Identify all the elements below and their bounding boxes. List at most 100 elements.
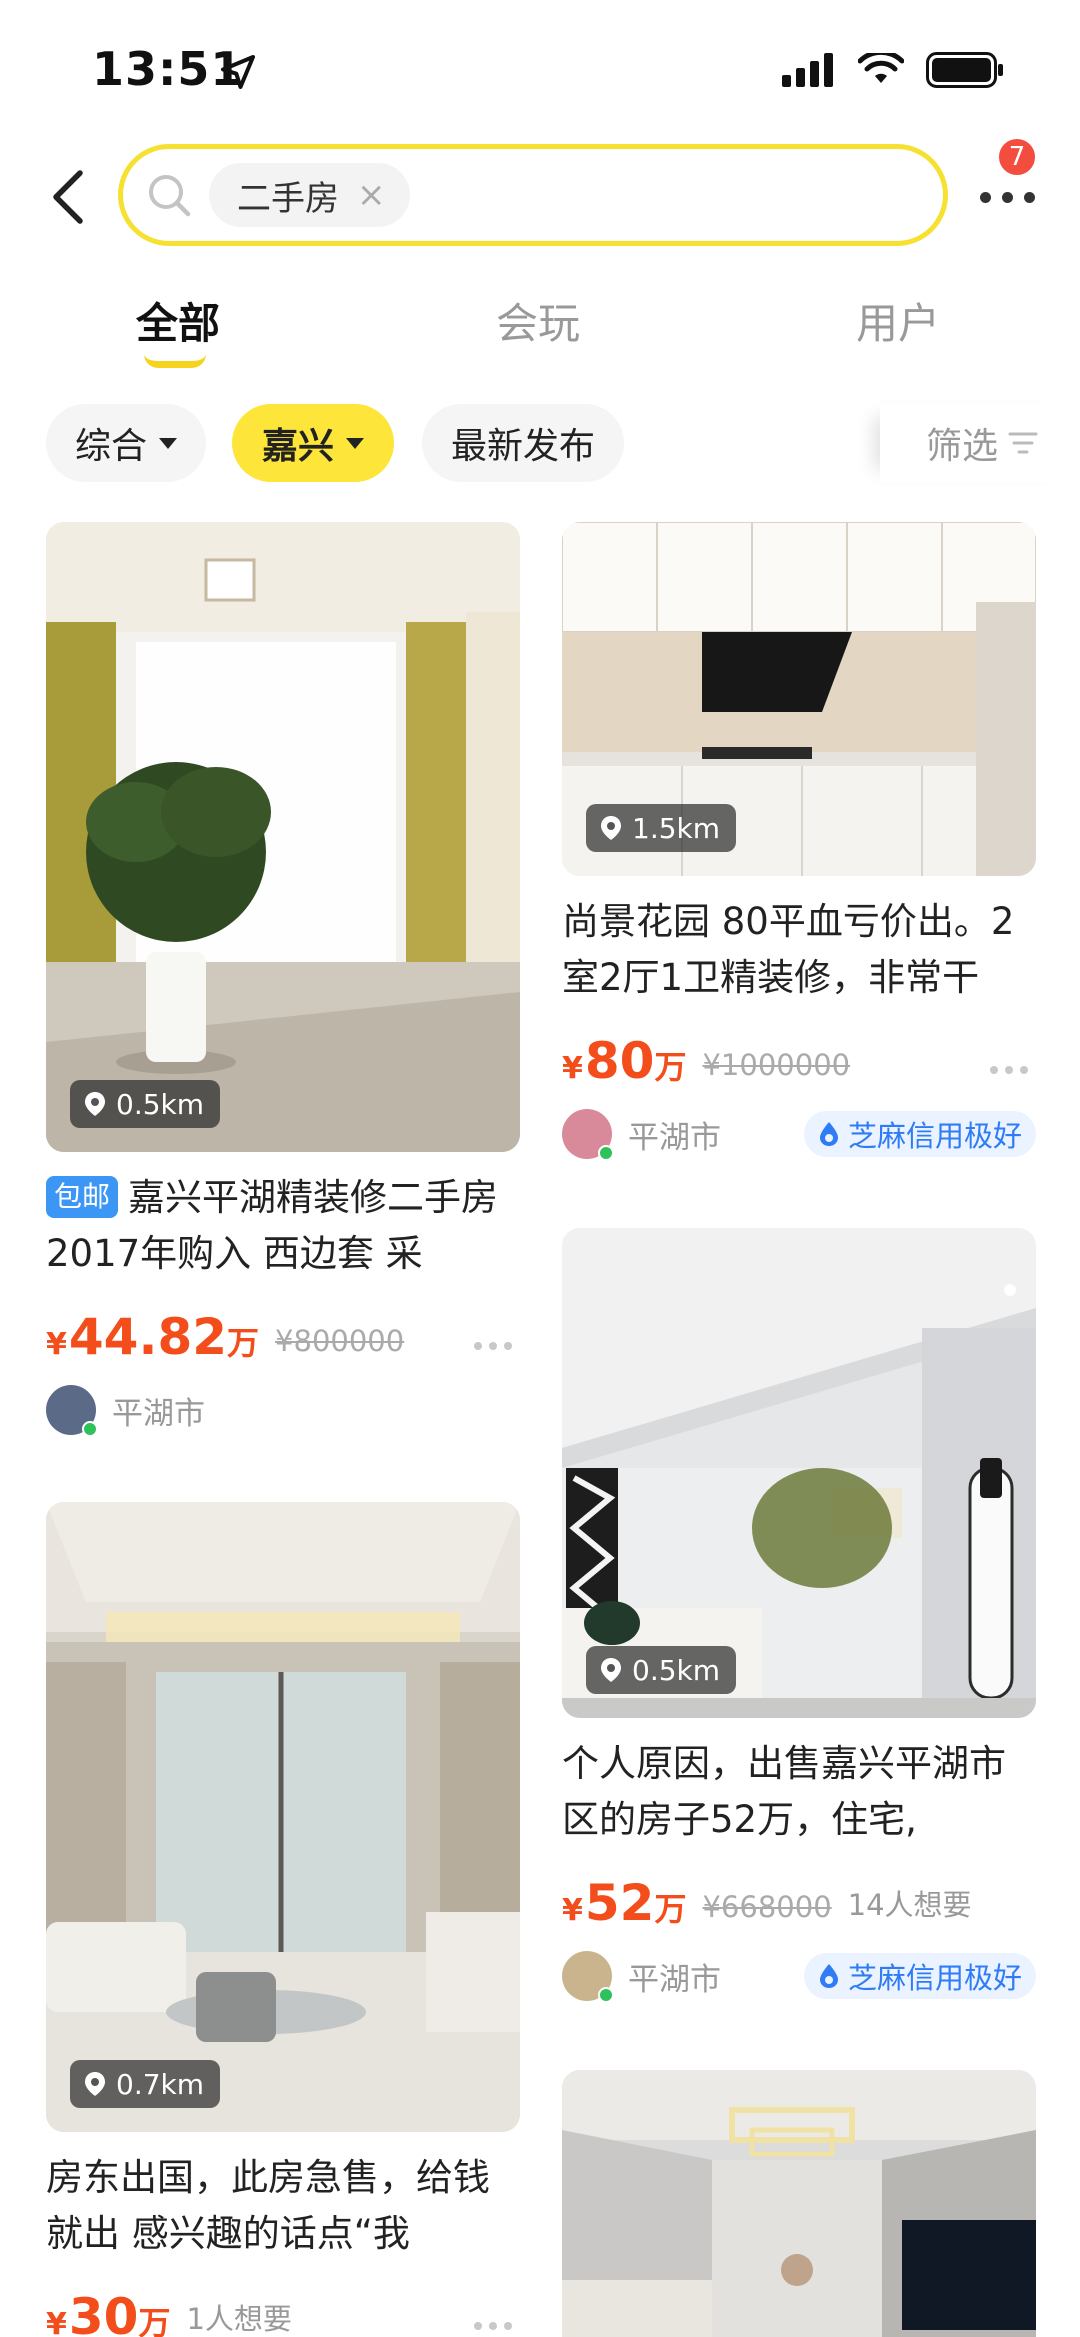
seller-avatar[interactable] [562, 1951, 614, 2003]
want-count: 14人想要 [847, 1888, 972, 1922]
tab-users[interactable]: 用户 [856, 290, 940, 351]
listing-title[interactable]: 个人原因，出售嘉兴平湖市区的房子52万，住宅, [562, 1736, 1036, 1848]
distance-text: 0.7km [116, 2067, 205, 2101]
battery-icon [926, 52, 1003, 88]
original-price: ¥1000000 [702, 1048, 851, 1082]
price-unit: 万 [654, 1890, 687, 1928]
seller-row: 平湖市 芝麻信用极好 [562, 1108, 1036, 1161]
back-button[interactable] [40, 162, 94, 232]
credit-badge: 芝麻信用极好 [803, 1111, 1036, 1157]
card-more-icon[interactable] [990, 1066, 1028, 1074]
listing-photo[interactable]: 0.5km [46, 522, 520, 1152]
price-unit: 万 [654, 1048, 687, 1086]
price-currency: ¥ [46, 1327, 67, 1362]
price-value: 44.82 [68, 1308, 228, 1366]
price-unit: 万 [227, 1324, 260, 1362]
online-dot [598, 1987, 614, 2003]
listing-card[interactable] [562, 2070, 1036, 2337]
more-options-button[interactable]: 7 [972, 136, 1052, 230]
listing-photo[interactable]: 0.7km [46, 1502, 520, 2132]
caret-down-icon [346, 437, 364, 449]
price-unit: 万 [138, 2304, 171, 2337]
listing-photo[interactable]: 1.5km [562, 522, 1036, 876]
listing-photo[interactable] [562, 2070, 1036, 2337]
search-keyword-chip[interactable]: 二手房 × [209, 163, 410, 227]
caret-down-icon [159, 437, 177, 449]
price-currency: ¥ [46, 2307, 67, 2337]
lounge-photo [46, 1502, 520, 2132]
listing-title[interactable]: 房东出国，此房急售，给钱就出 感兴趣的话点“我 [46, 2150, 520, 2262]
listing-card[interactable]: 0.5km 个人原因，出售嘉兴平湖市区的房子52万，住宅, ¥ 52 万 ¥66… [562, 1228, 1036, 2003]
price-value: 30 [68, 2288, 139, 2337]
price: ¥ 52 万 [562, 1877, 686, 1930]
price: ¥ 44.82 万 [46, 1311, 259, 1364]
online-dot [82, 1421, 98, 1437]
credit-badge: 芝麻信用极好 [803, 1953, 1036, 1999]
search-header: 二手房 × 7 [0, 130, 1080, 260]
location-arrow-icon [221, 55, 255, 89]
search-input[interactable]: 二手房 × [118, 144, 948, 246]
tab-play[interactable]: 会玩 [496, 290, 580, 351]
listing-photo[interactable]: 0.5km [562, 1228, 1036, 1718]
card-more-icon[interactable] [474, 1342, 512, 1350]
sesame-credit-icon [819, 1964, 838, 1988]
seller-avatar[interactable] [562, 1109, 614, 1161]
wifi-icon [858, 53, 904, 83]
hallway-photo [562, 2070, 1036, 2337]
price-row: ¥ 52 万 ¥668000 14人想要 [562, 1870, 1036, 1930]
price: ¥ 30 万 [46, 2291, 170, 2337]
distance-badge: 0.7km [70, 2060, 221, 2108]
filter-button[interactable]: 筛选 [880, 404, 1080, 482]
filter-label: 筛选 [926, 426, 999, 467]
price-row: ¥ 44.82 万 ¥800000 [46, 1304, 520, 1364]
online-dot [598, 1145, 614, 1161]
price-row: ¥ 30 万 1人想要 [46, 2284, 520, 2337]
listing-card[interactable]: 1.5km 尚景花园 80平血亏价出。2室2厅1卫精装修，非常干 ¥ 80 万 … [562, 522, 1036, 1161]
sort-dropdown[interactable]: 综合 [46, 404, 206, 482]
search-keyword: 二手房 [237, 178, 339, 219]
seller-row: 平湖市 芝麻信用极好 [562, 1950, 1036, 2003]
category-tabs: 全部 会玩 用户 [0, 270, 1080, 380]
listing-title[interactable]: 尚景花园 80平血亏价出。2室2厅1卫精装修，非常干 [562, 894, 1036, 1006]
living-room-photo [562, 1228, 1036, 1718]
original-price: ¥668000 [702, 1890, 832, 1924]
listing-card[interactable]: 0.5km 包邮 嘉兴平湖精装修二手房 2017年购入 西边套 采 ¥ 44.82… [46, 522, 520, 1437]
latest-label: 最新发布 [450, 426, 595, 467]
distance-text: 0.5km [116, 1087, 205, 1121]
price-value: 80 [584, 1032, 655, 1090]
price: ¥ 80 万 [562, 1035, 686, 1088]
listing-card[interactable]: 0.7km 房东出国，此房急售，给钱就出 感兴趣的话点“我 ¥ 30 万 1人想… [46, 1502, 520, 2337]
want-count: 1人想要 [186, 2302, 292, 2336]
room-photo-curtains [46, 522, 520, 1152]
distance-text: 0.5km [632, 1653, 721, 1687]
city-label: 嘉兴 [261, 426, 334, 467]
city-dropdown[interactable]: 嘉兴 [232, 404, 394, 482]
location-pin-icon [85, 1092, 105, 1116]
latest-filter[interactable]: 最新发布 [422, 404, 624, 482]
distance-badge: 0.5km [70, 1080, 221, 1128]
location-pin-icon [85, 2072, 105, 2096]
status-indicators [782, 52, 1004, 88]
distance-badge: 1.5km [586, 804, 737, 852]
filter-icon [1008, 432, 1038, 454]
tab-all[interactable]: 全部 [136, 290, 220, 351]
sort-label: 综合 [74, 426, 147, 467]
card-more-icon[interactable] [474, 2322, 512, 2330]
free-shipping-tag: 包邮 [46, 1176, 119, 1218]
distance-text: 1.5km [632, 811, 721, 845]
more-dots-icon [980, 192, 1035, 203]
listing-title[interactable]: 包邮 嘉兴平湖精装修二手房 2017年购入 西边套 采 [46, 1170, 520, 1282]
filter-bar: 综合 嘉兴 最新发布 筛选 [0, 400, 1080, 490]
clear-keyword-icon[interactable]: × [357, 178, 386, 212]
seller-location: 平湖市 [112, 1395, 205, 1432]
price-row: ¥ 80 万 ¥1000000 [562, 1028, 1036, 1088]
seller-avatar[interactable] [46, 1385, 98, 1437]
status-bar: 13:51 [0, 0, 1080, 130]
price-currency: ¥ [562, 1893, 583, 1928]
sesame-credit-icon [819, 1122, 838, 1146]
price-currency: ¥ [562, 1051, 583, 1086]
search-icon [149, 175, 191, 217]
seller-location: 平湖市 [628, 1961, 721, 1998]
seller-location: 平湖市 [628, 1119, 721, 1156]
notification-badge: 7 [996, 136, 1038, 178]
